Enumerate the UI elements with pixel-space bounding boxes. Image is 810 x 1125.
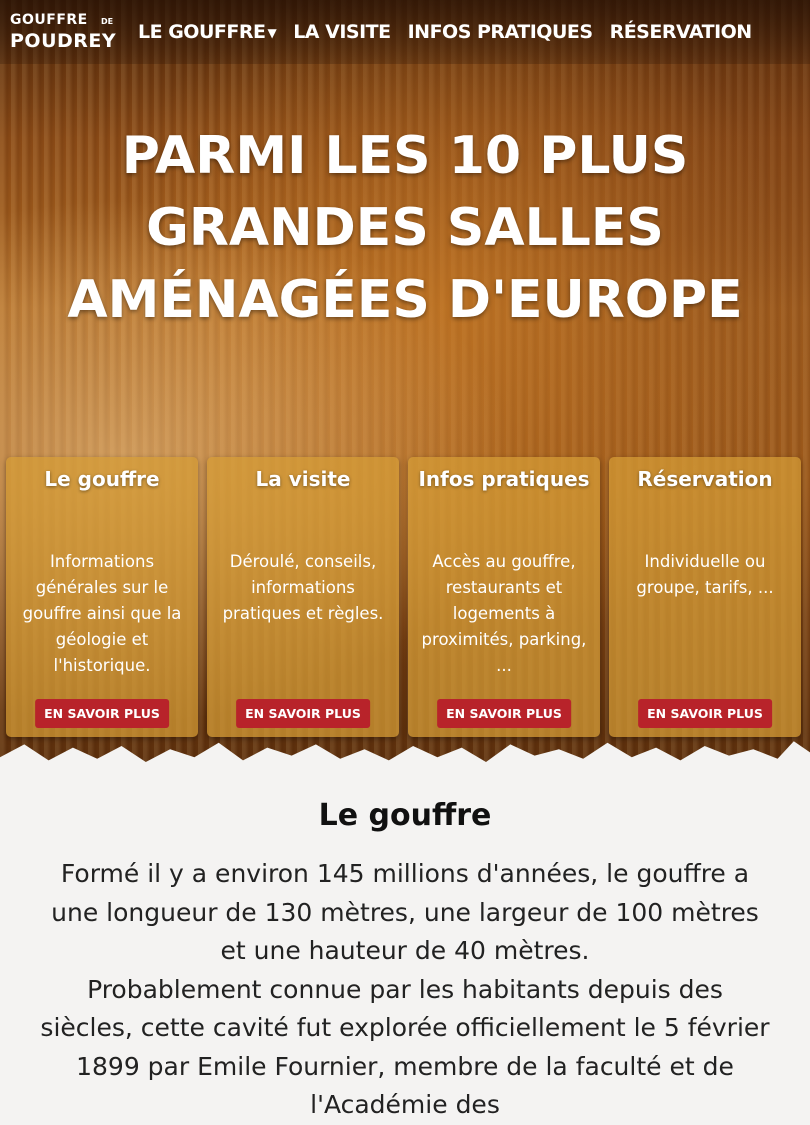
nav-item-label: LA VISITE	[293, 21, 391, 43]
card-reservation: Réservation Individuelle ou groupe, tari…	[609, 457, 801, 737]
top-navigation: GOUFFRE DE POUDREY LE GOUFFRE ▼ LA VISITE…	[0, 0, 810, 64]
learn-more-button[interactable]: EN SAVOIR PLUS	[638, 699, 772, 728]
nav-item-label: INFOS PRATIQUES	[407, 21, 593, 43]
nav-item-infos-pratiques[interactable]: INFOS PRATIQUES	[408, 21, 593, 43]
nav-item-label: LE GOUFFRE	[138, 21, 266, 43]
card-le-gouffre: Le gouffre Informations générales sur le…	[6, 457, 198, 737]
nav-item-la-visite[interactable]: LA VISITE	[293, 21, 391, 43]
card-text: Accès au gouffre, restaurants et logemen…	[421, 552, 587, 675]
site-logo[interactable]: GOUFFRE DE POUDREY	[8, 4, 136, 60]
section-paragraph: Formé il y a environ 145 millions d'anné…	[40, 855, 770, 1125]
logo-line2: POUDREY	[10, 30, 117, 52]
logo-line1: GOUFFRE	[10, 12, 88, 28]
nav-item-label: RÉSERVATION	[609, 21, 753, 43]
nav-item-reservation[interactable]: RÉSERVATION	[609, 21, 753, 43]
main-content: Le gouffre Formé il y a environ 145 mill…	[0, 770, 810, 1125]
hero-banner: GOUFFRE DE POUDREY LE GOUFFRE ▼ LA VISITE…	[0, 0, 810, 770]
card-infos-pratiques: Infos pratiques Accès au gouffre, restau…	[408, 457, 600, 737]
card-title: Le gouffre	[44, 467, 160, 491]
learn-more-button[interactable]: EN SAVOIR PLUS	[35, 699, 169, 728]
main-menu: LE GOUFFRE ▼ LA VISITE INFOS PRATIQUES RÉ…	[138, 21, 752, 43]
card-la-visite: La visite Déroulé, conseils, information…	[207, 457, 399, 737]
card-title: Réservation	[637, 467, 773, 491]
paragraph-line-1: Formé il y a environ 145 millions d'anné…	[51, 859, 759, 965]
learn-more-button[interactable]: EN SAVOIR PLUS	[437, 699, 571, 728]
info-cards: Le gouffre Informations générales sur le…	[6, 457, 804, 737]
logo-de: DE	[101, 17, 114, 26]
card-title: La visite	[255, 467, 351, 491]
nav-item-le-gouffre[interactable]: LE GOUFFRE ▼	[138, 21, 277, 43]
learn-more-button[interactable]: EN SAVOIR PLUS	[236, 699, 370, 728]
paragraph-line-2: Probablement connue par les habitants de…	[40, 974, 770, 1120]
card-title: Infos pratiques	[418, 467, 590, 491]
hero-title: PARMI LES 10 PLUS GRANDES SALLES AMÉNAGÉ…	[67, 126, 743, 330]
card-text: Informations générales sur le gouffre ai…	[22, 552, 182, 675]
card-text: Déroulé, conseils, informations pratique…	[222, 552, 384, 623]
card-text: Individuelle ou groupe, tarifs, ...	[636, 552, 774, 597]
section-title: Le gouffre	[318, 798, 492, 833]
chevron-down-icon: ▼	[267, 25, 277, 40]
